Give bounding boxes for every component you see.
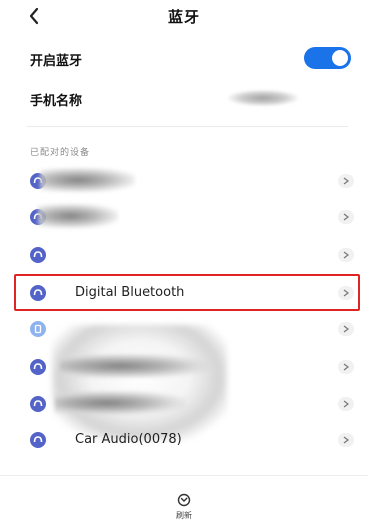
device-details-chevron[interactable] xyxy=(338,286,354,300)
paired-device-item-digital-bluetooth[interactable]: Digital Bluetooth xyxy=(0,275,368,311)
chevron-right-icon xyxy=(343,363,349,371)
headphones-icon xyxy=(30,285,46,301)
bottom-divider xyxy=(0,475,368,476)
device-details-chevron[interactable] xyxy=(338,174,354,188)
device-icon xyxy=(30,321,46,337)
paired-device-item-car-audio[interactable]: Car Audio(0078) xyxy=(0,422,368,458)
chevron-right-icon xyxy=(343,251,349,259)
refresh-label: 刷新 xyxy=(176,511,192,520)
device-details-chevron[interactable] xyxy=(338,360,354,374)
chevron-right-icon xyxy=(343,177,349,185)
device-name-obscured xyxy=(40,168,135,192)
refresh-icon xyxy=(177,493,191,507)
header: 蓝牙 xyxy=(0,0,368,34)
chevron-right-icon xyxy=(343,213,349,221)
device-name: Car Audio(0078) xyxy=(75,432,182,447)
paired-device-item[interactable] xyxy=(0,237,368,273)
device-name: Digital Bluetooth xyxy=(75,285,185,300)
headphones-icon xyxy=(30,247,46,263)
device-details-chevron[interactable] xyxy=(338,210,354,224)
refresh-button[interactable]: 刷新 xyxy=(169,492,199,522)
toggle-knob xyxy=(332,50,348,66)
bluetooth-device-icon xyxy=(30,359,46,375)
bluetooth-toggle-switch[interactable] xyxy=(304,47,351,69)
phone-name-value-obscured xyxy=(228,90,298,106)
bluetooth-toggle-row[interactable]: 开启蓝牙 xyxy=(0,38,368,78)
paired-device-item[interactable] xyxy=(0,199,368,235)
device-details-chevron[interactable] xyxy=(338,433,354,447)
chevron-right-icon xyxy=(343,436,349,444)
paired-device-item[interactable] xyxy=(0,163,368,199)
phone-name-label: 手机名称 xyxy=(30,94,83,109)
page-title: 蓝牙 xyxy=(167,8,200,26)
device-details-chevron[interactable] xyxy=(338,322,354,336)
device-details-chevron[interactable] xyxy=(338,248,354,262)
bluetooth-device-icon xyxy=(30,396,46,412)
bluetooth-toggle-label: 开启蓝牙 xyxy=(30,54,83,69)
chevron-right-icon xyxy=(343,400,349,408)
paired-device-item[interactable] xyxy=(0,349,368,385)
device-name-obscured xyxy=(55,391,185,415)
chevron-right-icon xyxy=(343,289,349,297)
device-details-chevron[interactable] xyxy=(338,397,354,411)
paired-devices-section-title: 已配对的设备 xyxy=(30,148,91,158)
phone-name-row[interactable]: 手机名称 xyxy=(0,78,368,118)
divider xyxy=(26,126,348,127)
chevron-right-icon xyxy=(343,325,349,333)
device-name-obscured xyxy=(38,204,118,228)
headphones-icon xyxy=(30,432,46,448)
paired-device-item[interactable] xyxy=(0,386,368,422)
bluetooth-settings-page: 蓝牙 开启蓝牙 手机名称 已配对的设备 Digital Bluetooth Ca… xyxy=(0,0,368,523)
device-name-obscured xyxy=(60,354,210,378)
